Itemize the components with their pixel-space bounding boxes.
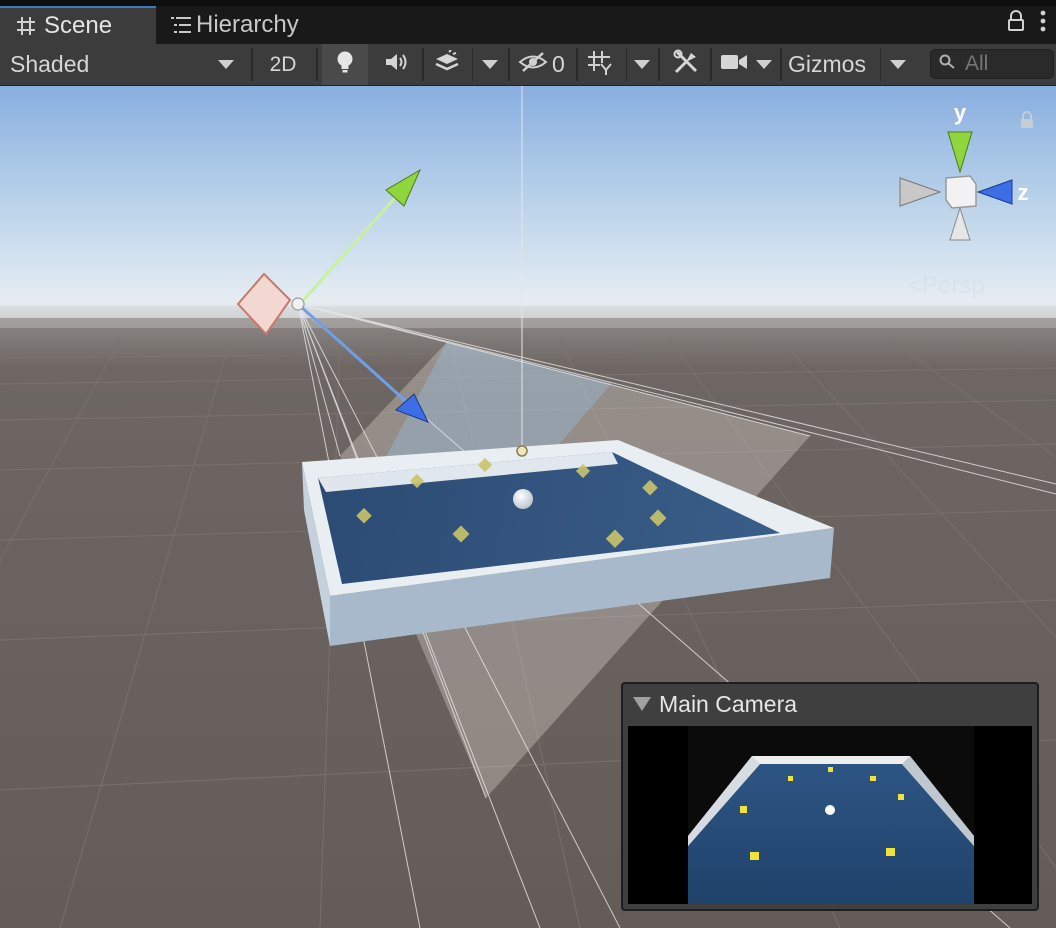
projection-toggle[interactable]: <Persp: [908, 272, 985, 300]
collapse-triangle-icon[interactable]: [633, 697, 651, 711]
lightbulb-icon: [335, 50, 355, 80]
speaker-icon: [384, 51, 410, 79]
list-indent-icon: [166, 15, 196, 35]
z-axis-cone-icon[interactable]: [976, 179, 1013, 205]
unity-scene-window: Scene Hierarchy Shaded 2D 0 Gizmos All y…: [0, 0, 1056, 928]
camera-preview-header[interactable]: Main Camera: [623, 684, 1037, 724]
center-cube-icon[interactable]: [945, 175, 977, 209]
camera-preview-view: [628, 726, 1032, 904]
video-camera-icon: [720, 51, 748, 78]
lighting-toggle-button[interactable]: [322, 44, 368, 85]
y-axis-label: y: [954, 100, 967, 125]
chevron-down-icon: [634, 60, 650, 69]
projection-label: Persp: [922, 272, 985, 299]
camera-settings-dropdown[interactable]: [714, 44, 778, 85]
camera-preview-panel[interactable]: Main Camera: [621, 682, 1039, 911]
lock-icon[interactable]: [1006, 10, 1026, 37]
gizmos-label: Gizmos: [788, 51, 866, 77]
tab-scene[interactable]: Scene: [0, 6, 156, 44]
tab-bar: Scene Hierarchy: [0, 0, 1056, 44]
grid-hash-icon: [8, 15, 44, 37]
kebab-menu-icon[interactable]: [1040, 10, 1046, 37]
tab-hierarchy-label: Hierarchy: [196, 11, 299, 38]
effects-dropdown[interactable]: [426, 44, 506, 85]
grid-snapping-dropdown[interactable]: [580, 44, 656, 85]
player-ball[interactable]: [513, 489, 533, 509]
scene-visibility-toggle[interactable]: 0: [514, 44, 574, 85]
shading-mode-label: Shaded: [10, 51, 90, 77]
search-field[interactable]: [930, 49, 1054, 79]
light-gizmo-icon[interactable]: [516, 445, 528, 457]
chevron-down-icon: [890, 60, 906, 69]
z-axis-label: z: [1018, 180, 1029, 205]
y-axis-cone-icon[interactable]: [947, 131, 973, 174]
neg-y-axis-cone-icon[interactable]: [949, 206, 971, 241]
scene-toolbar: Shaded 2D 0 Gizmos All: [0, 44, 1056, 86]
hidden-eye-icon: [518, 51, 548, 79]
layers-effects-icon: [434, 48, 460, 80]
hidden-count: 0: [552, 51, 565, 77]
tools-button[interactable]: [664, 44, 708, 85]
camera-preview-title: Main Camera: [659, 690, 798, 717]
gizmos-dropdown[interactable]: Gizmos: [784, 44, 914, 85]
search-icon: [939, 54, 957, 75]
chevron-down-icon: [756, 60, 772, 69]
neg-x-axis-cone-icon[interactable]: [899, 177, 942, 207]
tools-wrench-icon: [673, 49, 699, 81]
grid-snap-icon: [586, 49, 614, 81]
tab-scene-label: Scene: [44, 12, 113, 39]
2d-toggle-button[interactable]: 2D: [260, 44, 306, 85]
chevron-down-icon: [482, 60, 498, 69]
orientation-gizmo[interactable]: y z: [890, 96, 1040, 256]
persp-chevron-icon: <: [908, 272, 923, 299]
shading-mode-dropdown[interactable]: Shaded: [0, 44, 244, 85]
search-input[interactable]: [965, 52, 1045, 76]
2d-toggle-label: 2D: [269, 52, 297, 76]
chevron-down-icon: [218, 60, 234, 69]
tab-hierarchy[interactable]: Hierarchy: [160, 6, 340, 44]
audio-toggle-button[interactable]: [374, 44, 420, 85]
